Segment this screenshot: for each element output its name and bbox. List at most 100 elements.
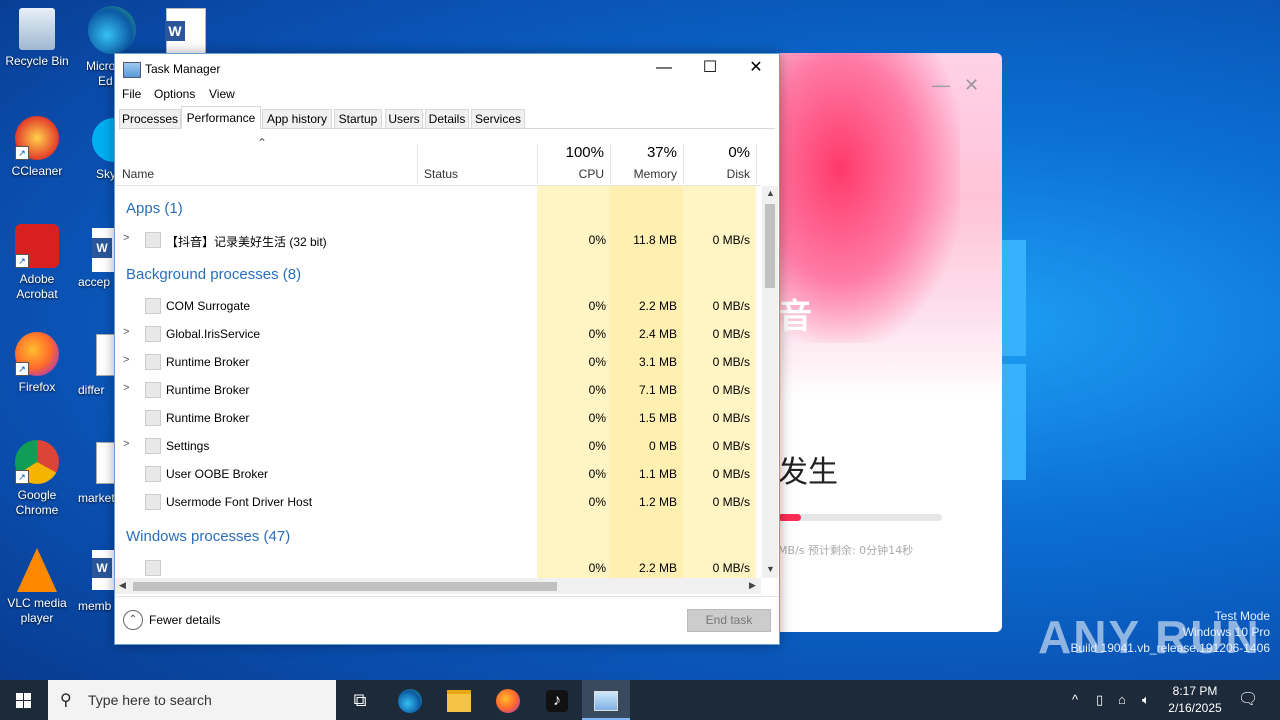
process-list: Apps (1) > 【抖音】记录美好生活 (32 bit) 0% 11.8 M… (115, 186, 761, 578)
tab-details[interactable]: Details (425, 109, 469, 128)
vlc-icon (17, 548, 57, 592)
desktop-icon-google-chrome[interactable]: ↗ Google Chrome (0, 440, 74, 518)
desktop-icon-firefox[interactable]: ↗ Firefox (0, 332, 74, 395)
scroll-left-icon[interactable]: ◀ (119, 580, 126, 591)
windows-start-icon (16, 693, 23, 700)
douyin-taskbar-icon[interactable]: ♪ (533, 680, 581, 720)
network-icon[interactable]: ⌂ (1118, 680, 1126, 720)
watermark-line: Windows 10 Pro (1182, 625, 1270, 639)
tab-performance[interactable]: Performance (181, 106, 261, 129)
memory-total-percent[interactable]: 37% (611, 144, 677, 161)
watermark-line: Build 19041.vb_release.191206-1406 (1070, 641, 1271, 655)
column-header-status[interactable]: Status (424, 167, 458, 181)
scroll-up-icon[interactable]: ▲ (766, 188, 775, 198)
expand-chevron-icon[interactable]: > (123, 438, 129, 450)
table-row[interactable]: > Settings 0% 0 MB 0 MB/s (115, 432, 761, 460)
desktop-icon-ccleaner[interactable]: ↗ CCleaner (0, 116, 74, 179)
task-view-icon[interactable]: ⧉ (336, 680, 384, 720)
tablet-icon[interactable]: ▯ (1096, 680, 1103, 720)
word-document-icon[interactable]: W (165, 8, 206, 54)
firefox-taskbar-icon[interactable] (484, 680, 532, 720)
show-hidden-icons-chevron-icon[interactable]: ^ (1072, 680, 1078, 720)
menu-view[interactable]: View (209, 87, 235, 101)
skype-desktop-icon[interactable] (92, 118, 114, 162)
image-file-icon[interactable] (96, 442, 116, 484)
task-manager-window[interactable]: Task Manager — ☐ ✕ File Options View Pro… (114, 53, 780, 645)
expand-chevron-icon[interactable]: > (123, 232, 129, 244)
end-task-button[interactable]: End task (687, 609, 771, 632)
process-disk: 0 MB/s (712, 411, 750, 425)
word-document-icon[interactable]: W (92, 228, 114, 272)
minimize-button[interactable]: — (932, 75, 950, 96)
table-row[interactable]: Runtime Broker 0% 1.5 MB 0 MB/s (115, 404, 761, 432)
table-row[interactable]: > 【抖音】记录美好生活 (32 bit) 0% 11.8 MB 0 MB/s (115, 226, 761, 254)
group-header-windows[interactable]: Windows processes (47) (126, 528, 290, 545)
desktop-icon-adobe-acrobat[interactable]: ↗ Adobe Acrobat (0, 224, 74, 302)
tab-services[interactable]: Services (471, 109, 525, 128)
menu-file[interactable]: File (122, 87, 141, 101)
desktop-icon-vlc[interactable]: VLC media player (0, 548, 74, 626)
process-icon (145, 232, 161, 248)
vertical-scrollbar[interactable]: ▲ ▼ (762, 186, 778, 578)
fewer-details-link[interactable]: Fewer details (149, 613, 220, 627)
table-row[interactable]: > Runtime Broker 0% 7.1 MB 0 MB/s (115, 376, 761, 404)
taskbar-search-box[interactable]: ⚲ Type here to search (48, 680, 336, 720)
desktop-icon-label-partial: Ed (98, 74, 113, 88)
scrollbar-thumb[interactable] (133, 582, 557, 591)
menu-options[interactable]: Options (154, 87, 195, 101)
tab-users[interactable]: Users (385, 109, 423, 128)
column-header-name[interactable]: Name (122, 167, 154, 181)
desktop-icon-recycle-bin[interactable]: Recycle Bin (0, 8, 74, 69)
chevron-up-icon[interactable]: ⌃ (123, 610, 143, 630)
process-disk: 0 MB/s (712, 383, 750, 397)
column-header-memory[interactable]: Memory (611, 167, 677, 181)
expand-chevron-icon[interactable]: > (123, 382, 129, 394)
column-header-cpu[interactable]: CPU (538, 167, 604, 181)
table-row[interactable]: 0% 2.2 MB 0 MB/s (115, 554, 761, 578)
file-explorer-icon[interactable] (435, 680, 483, 720)
table-row[interactable]: Usermode Font Driver Host 0% 1.2 MB 0 MB/s (115, 488, 761, 516)
chrome-icon: ↗ (15, 440, 59, 484)
edge-taskbar-icon[interactable] (386, 680, 434, 720)
column-header-disk[interactable]: Disk (684, 167, 750, 181)
process-name: Settings (166, 439, 210, 453)
table-row[interactable]: > Runtime Broker 0% 3.1 MB 0 MB/s (115, 348, 761, 376)
douyin-installer-window[interactable]: — ✕ 音 发生 MB/s 预计剩余: 0分钟14秒 (760, 53, 1002, 632)
scroll-right-icon[interactable]: ▶ (749, 580, 756, 591)
desktop-icon-label-partial: differ (78, 383, 105, 397)
process-memory: 3.1 MB (638, 355, 677, 369)
tab-startup[interactable]: Startup (334, 109, 382, 128)
test-mode-watermark: Test Mode Windows 10 Pro Build 19041.vb_… (1071, 608, 1271, 656)
maximize-button[interactable]: ☐ (687, 54, 733, 84)
task-manager-taskbar-icon[interactable] (582, 680, 630, 720)
table-row[interactable]: > Global.IrisService 0% 2.4 MB 0 MB/s (115, 320, 761, 348)
notification-center-icon[interactable]: 🗨︎ (1238, 680, 1258, 720)
word-document-icon[interactable]: W (92, 550, 114, 590)
close-button[interactable]: ✕ (733, 54, 779, 84)
desktop-icon-label: VLC media player (7, 596, 67, 625)
volume-icon[interactable]: 🔈︎ (1142, 680, 1150, 720)
scroll-down-icon[interactable]: ▼ (766, 564, 775, 574)
disk-total-percent[interactable]: 0% (684, 144, 750, 161)
start-button[interactable] (0, 680, 48, 720)
taskbar-clock[interactable]: 8:17 PM 2/16/2025 (1160, 683, 1230, 717)
table-row[interactable]: User OOBE Broker 0% 1.1 MB 0 MB/s (115, 460, 761, 488)
group-header-background[interactable]: Background processes (8) (126, 266, 301, 283)
group-header-apps[interactable]: Apps (1) (126, 200, 183, 217)
process-cpu: 0% (588, 233, 606, 247)
task-manager-icon (123, 62, 141, 78)
expand-chevron-icon[interactable]: > (123, 354, 129, 366)
tab-app-history[interactable]: App history (262, 109, 332, 128)
table-row[interactable]: COM Surrogate 0% 2.2 MB 0 MB/s (115, 292, 761, 320)
close-button[interactable]: ✕ (964, 75, 979, 96)
image-file-icon[interactable] (96, 334, 116, 376)
cpu-total-percent[interactable]: 100% (538, 144, 604, 161)
tab-processes[interactable]: Processes (119, 109, 181, 128)
minimize-button[interactable]: — (641, 54, 687, 84)
horizontal-scrollbar[interactable]: ◀ ▶ (115, 578, 761, 594)
title-bar[interactable]: Task Manager — ☐ ✕ (115, 54, 779, 84)
edge-desktop-icon[interactable] (88, 6, 136, 54)
expand-chevron-icon[interactable]: > (123, 326, 129, 338)
search-placeholder: Type here to search (88, 692, 212, 708)
scrollbar-thumb[interactable] (765, 204, 775, 288)
